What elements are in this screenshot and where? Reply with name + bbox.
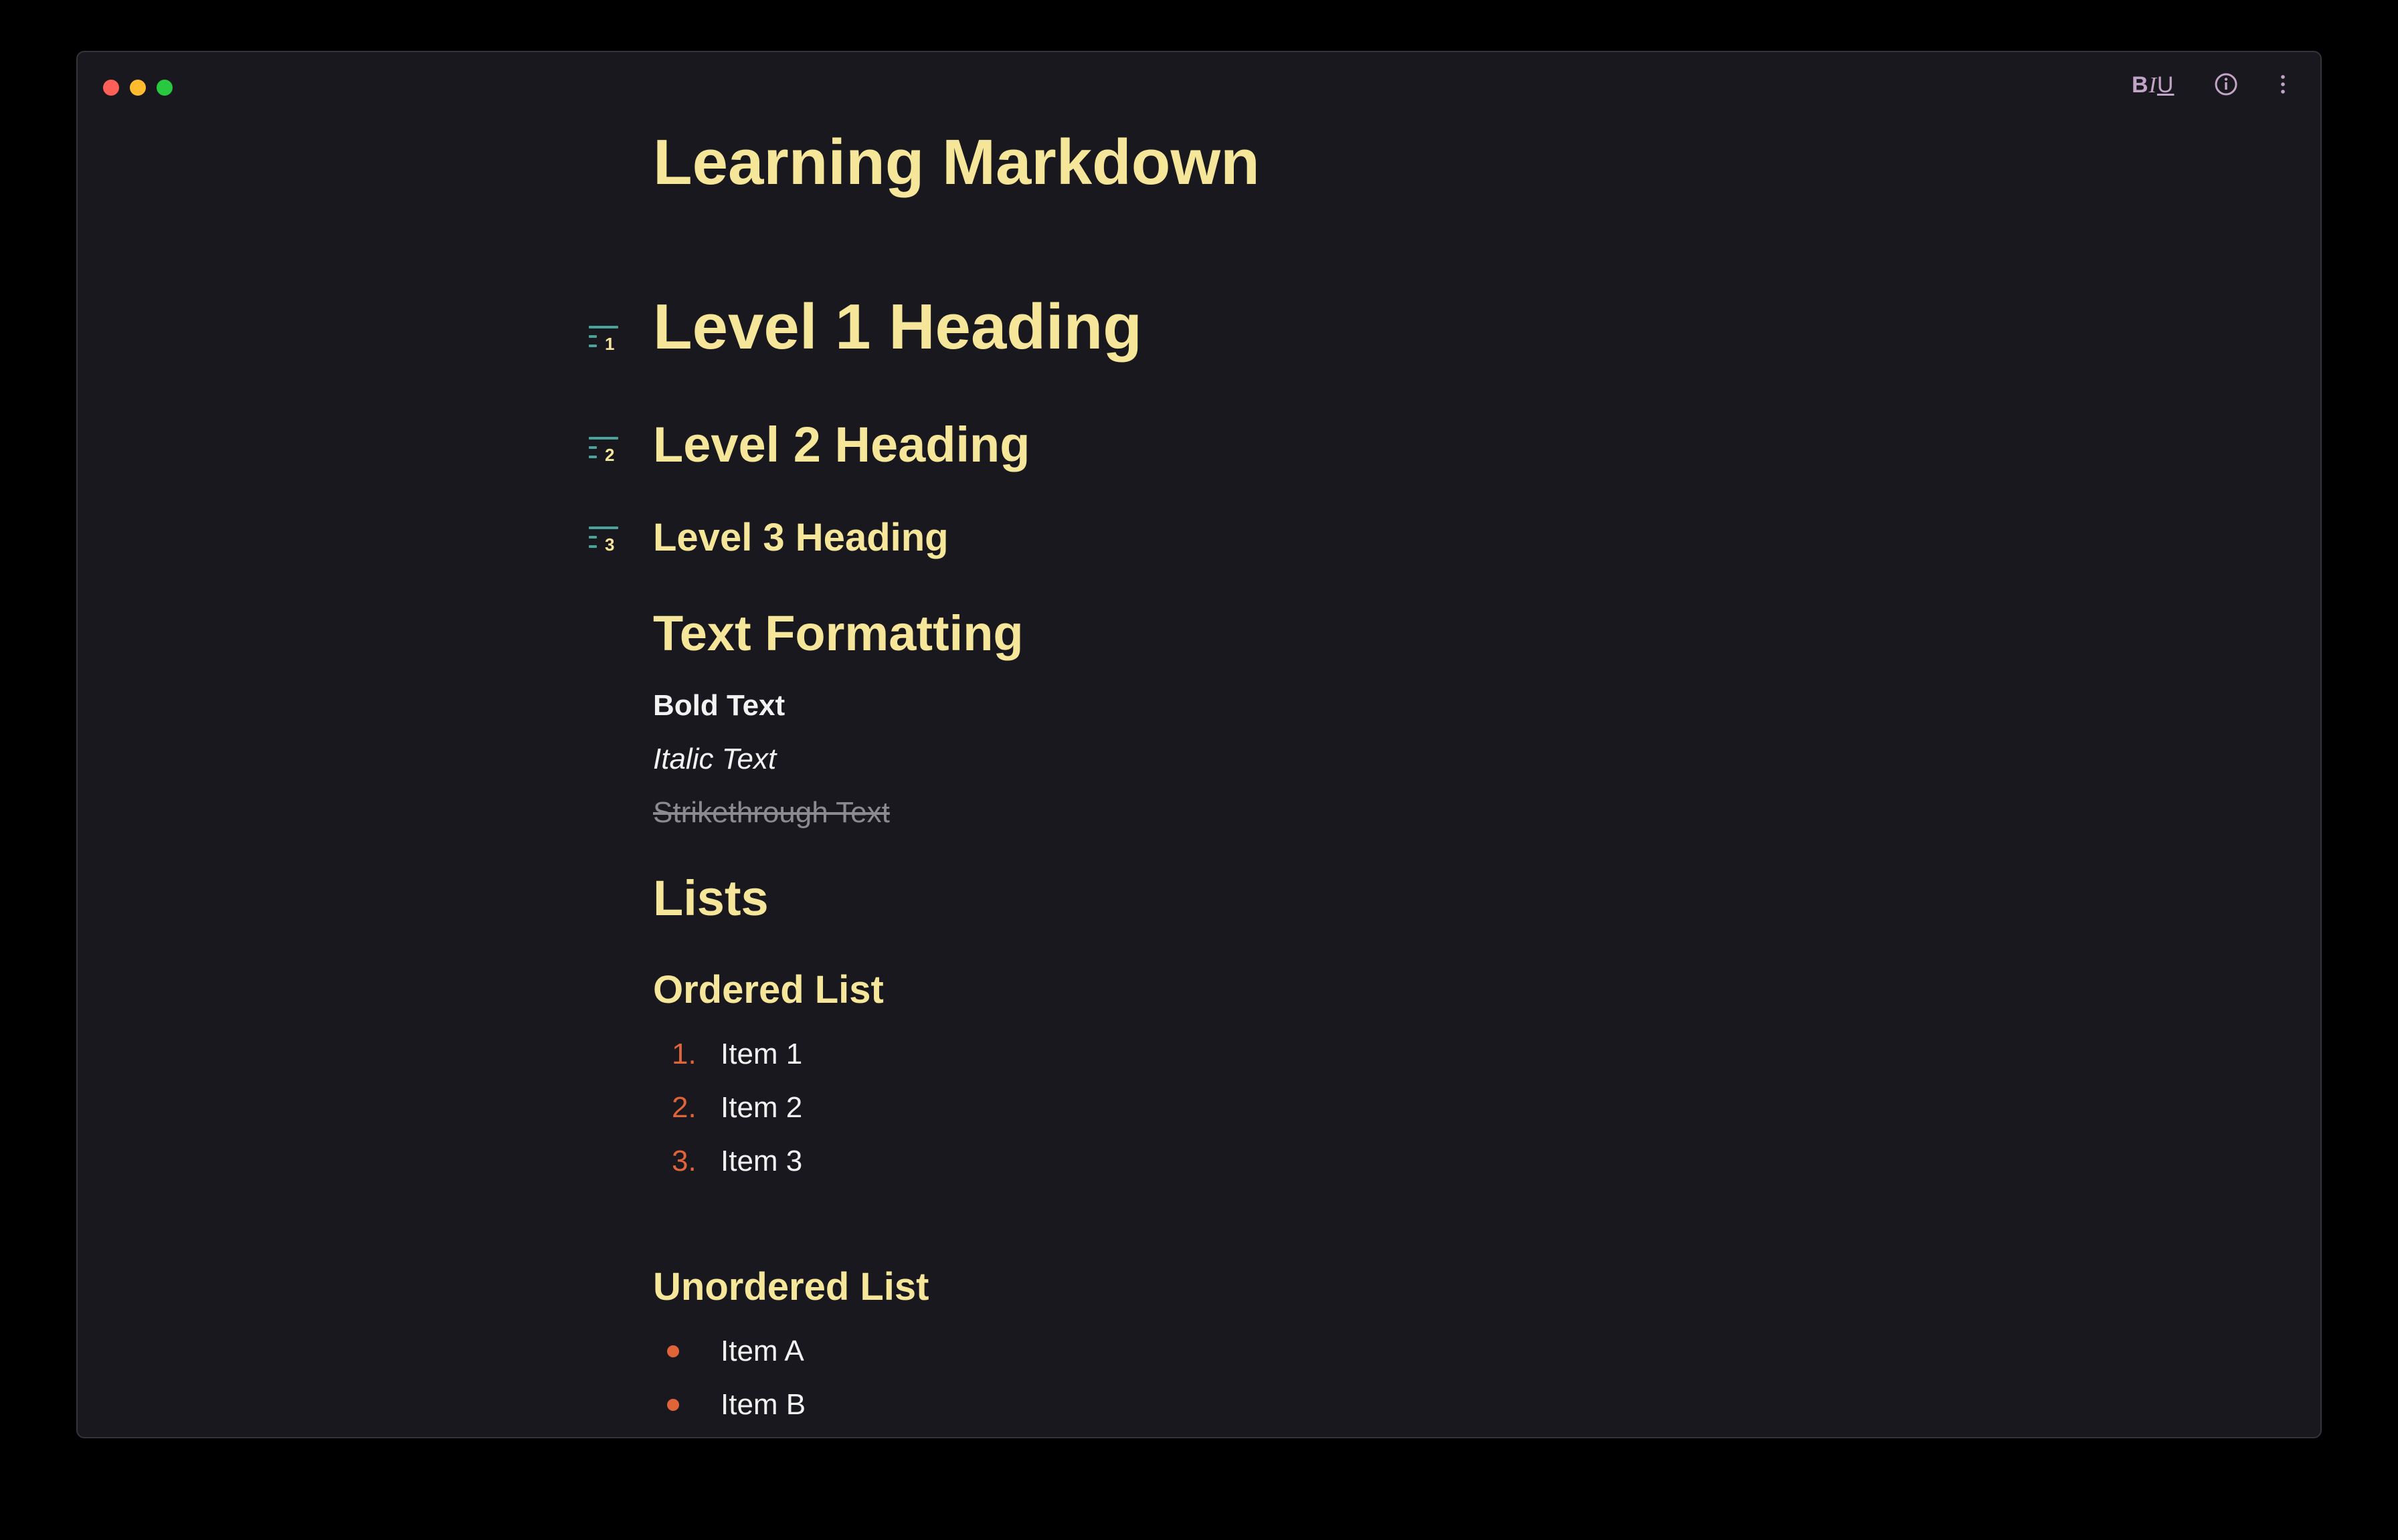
unordered-list-item[interactable]: Item A <box>721 1331 804 1371</box>
bold-text-line[interactable]: Bold Text <box>653 686 785 726</box>
heading-level-2[interactable]: Level 2 Heading <box>653 415 1030 475</box>
strikethrough-text-line[interactable]: Strikethrough Text <box>653 793 890 833</box>
more-vertical-icon <box>2281 75 2285 94</box>
ordered-list-heading[interactable]: Ordered List <box>653 963 884 1017</box>
document-title[interactable]: Learning Markdown <box>653 126 1260 199</box>
heading-level-marker: 3 <box>605 535 614 555</box>
editor-content: BIU Learning Markdown 1 2 3 Level 1 Head… <box>0 0 2398 1540</box>
lists-heading[interactable]: Lists <box>653 868 769 929</box>
heading-level-1[interactable]: Level 1 Heading <box>653 290 1142 364</box>
heading-level-1-icon[interactable]: 1 <box>587 322 621 355</box>
ordered-list-number: 2. <box>672 1091 697 1124</box>
heading-level-marker: 1 <box>605 334 614 354</box>
text-format-button[interactable]: BIU <box>2132 74 2174 97</box>
heading-level-3[interactable]: Level 3 Heading <box>653 511 949 565</box>
heading-level-marker: 2 <box>605 445 614 465</box>
heading-level-3-icon[interactable]: 3 <box>587 522 621 556</box>
unordered-list-heading[interactable]: Unordered List <box>653 1260 929 1314</box>
bullet-icon <box>667 1399 679 1411</box>
heading-level-2-icon[interactable]: 2 <box>587 433 621 466</box>
info-icon <box>2215 73 2237 96</box>
underline-format-icon: U <box>2156 72 2175 98</box>
ordered-list-number: 1. <box>672 1038 697 1070</box>
ordered-list-number: 3. <box>672 1145 697 1177</box>
italic-format-icon: I <box>2148 73 2157 98</box>
ordered-list-item[interactable]: Item 3 <box>721 1141 802 1181</box>
bullet-icon <box>667 1345 679 1357</box>
info-button[interactable] <box>2214 72 2238 96</box>
italic-text-line[interactable]: Italic Text <box>653 739 776 779</box>
more-options-button[interactable] <box>2271 72 2295 96</box>
bold-format-icon: B <box>2132 72 2149 98</box>
text-formatting-heading[interactable]: Text Formatting <box>653 603 1024 664</box>
ordered-list-item[interactable]: Item 2 <box>721 1088 802 1128</box>
unordered-list-item[interactable]: Item B <box>721 1385 806 1425</box>
ordered-list-item[interactable]: Item 1 <box>721 1034 802 1074</box>
